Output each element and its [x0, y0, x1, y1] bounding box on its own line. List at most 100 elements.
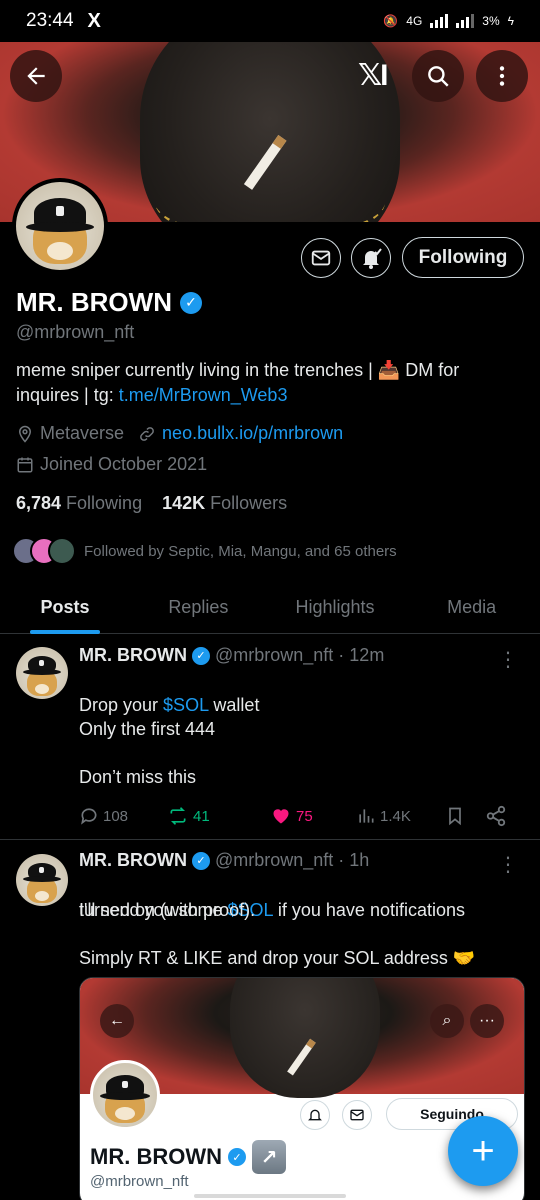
status-time: 23:44	[26, 10, 74, 31]
mute-icon: 🔕	[383, 14, 399, 28]
post-author-handle: @mrbrown_nft	[214, 850, 334, 870]
profile-meta-row: Metaverse neo.bullx.io/p/mrbrown	[16, 423, 343, 444]
charging-icon: ϟ	[507, 14, 514, 28]
post-actions: 108 41 75 1.4K	[79, 805, 519, 827]
bio-link[interactable]: t.me/MrBrown_Web3	[119, 385, 288, 405]
more-vertical-icon	[499, 66, 505, 86]
message-button[interactable]	[301, 238, 341, 278]
followers-count: 142K	[162, 493, 206, 513]
card-name: MR. BROWN	[90, 1144, 222, 1169]
following-label: Following	[66, 493, 143, 513]
bookmark-button[interactable]	[445, 805, 485, 827]
x-logo-icon: 𝕏I	[358, 59, 388, 92]
network-label: 4G	[406, 14, 423, 28]
notifications-button[interactable]	[351, 238, 391, 278]
cashtag-link[interactable]: $SOL	[163, 695, 208, 715]
post-text-line3: Simply RT & LIKE and drop your SOL addre…	[79, 948, 476, 968]
followers-label: Followers	[210, 493, 288, 513]
profile-stats: 6,784 Following 142K Followers	[16, 493, 287, 514]
x-app-icon: X	[87, 9, 101, 32]
post-header: MR. BROWN ✓ @mrbrown_nft · 1h	[79, 850, 369, 871]
post-item[interactable]: MR. BROWN ✓ @mrbrown_nft · 12m ⋮ Drop yo…	[0, 635, 540, 840]
bell-check-icon	[363, 248, 382, 269]
arrow-left-icon	[27, 67, 45, 85]
signal-icon-2	[456, 14, 475, 28]
card-handle: @mrbrown_nft	[90, 1173, 189, 1190]
post-author-handle: @mrbrown_nft	[214, 645, 334, 665]
repost-icon	[170, 807, 186, 825]
location-icon	[18, 425, 32, 443]
search-button[interactable]	[412, 50, 464, 102]
following-button[interactable]: Following	[402, 237, 524, 278]
heart-filled-icon	[273, 809, 289, 824]
home-indicator	[194, 1194, 346, 1198]
post-timestamp: · 12m	[338, 645, 385, 665]
followed-by-text: Followed by Septic, Mia, Mangu, and 65 o…	[84, 542, 397, 560]
reply-count: 108	[103, 807, 129, 825]
card-avatar	[90, 1060, 160, 1130]
profile-avatar[interactable]	[12, 178, 108, 274]
reply-button[interactable]: 108	[79, 806, 167, 826]
profile-bio: meme sniper currently living in the tren…	[16, 358, 516, 408]
tab-highlights[interactable]: Highlights	[267, 582, 404, 633]
tab-posts[interactable]: Posts	[0, 582, 130, 633]
link-icon	[140, 426, 154, 441]
follower-avatar	[48, 537, 76, 565]
post-avatar[interactable]	[16, 854, 68, 906]
banner-chain	[155, 162, 385, 222]
avatar-hat	[26, 198, 94, 232]
post-avatar[interactable]	[16, 647, 68, 699]
views-button[interactable]: 1.4K	[356, 806, 445, 826]
inbox-emoji-icon: 📥	[377, 360, 401, 380]
card-more-icon: ···	[470, 1004, 504, 1038]
repost-button[interactable]: 41	[167, 806, 270, 826]
battery-level: 3%	[482, 14, 500, 28]
followers-stat[interactable]: 142K Followers	[162, 493, 287, 514]
bio-text-1: meme sniper currently living in the tren…	[16, 360, 378, 380]
profile-joined: Joined October 2021	[40, 454, 208, 474]
verified-badge-icon: ✓	[227, 1148, 246, 1166]
compose-button[interactable]: +	[448, 1116, 518, 1186]
post-body: Only the first 444 Don’t miss this	[79, 719, 216, 787]
profile-location: Metaverse	[40, 423, 125, 443]
profile-name-row: MR. BROWN ✓	[16, 287, 202, 318]
like-count: 75	[296, 807, 313, 825]
post-author-name[interactable]: MR. BROWN	[79, 645, 187, 666]
status-bar: 23:44 X 🔕 4G 3% ϟ	[0, 0, 540, 42]
following-stat[interactable]: 6,784 Following	[16, 493, 142, 514]
card-search-icon: ⌕	[430, 1004, 464, 1038]
card-bell-icon	[300, 1100, 330, 1130]
post-timestamp: · 1h	[338, 850, 370, 870]
view-count: 1.4K	[380, 807, 411, 825]
profile-joined-row: Joined October 2021	[16, 454, 207, 475]
mail-icon	[311, 250, 331, 266]
card-mail-icon	[342, 1100, 372, 1130]
profile-tabs: Posts Replies Highlights Media	[0, 582, 540, 634]
status-indicators: 🔕 4G 3% ϟ	[383, 14, 514, 28]
post-text: Drop your	[79, 695, 164, 715]
profile-handle: @mrbrown_nft	[16, 322, 135, 342]
card-back-icon: ←	[100, 1004, 134, 1038]
verified-badge-icon: ✓	[179, 291, 202, 314]
verified-badge-icon: ✓	[191, 851, 210, 870]
up-right-arrow-icon: ↗	[251, 1140, 286, 1174]
post-author-name[interactable]: MR. BROWN	[79, 850, 187, 871]
verified-badge-icon: ✓	[191, 646, 210, 665]
followed-by-row[interactable]: Followed by Septic, Mia, Mangu, and 65 o…	[12, 537, 397, 565]
tab-media[interactable]: Media	[403, 582, 540, 633]
profile-name: MR. BROWN	[16, 287, 172, 317]
share-button[interactable]	[485, 805, 507, 827]
bookmark-icon	[449, 807, 461, 826]
post-text: wallet	[208, 695, 260, 715]
reply-icon	[81, 808, 97, 825]
post-header: MR. BROWN ✓ @mrbrown_nft · 12m	[79, 645, 384, 666]
calendar-icon	[17, 457, 33, 472]
share-icon	[486, 805, 506, 827]
profile-website[interactable]: neo.bullx.io/p/mrbrown	[162, 423, 343, 444]
back-button[interactable]	[10, 50, 62, 102]
views-icon	[359, 809, 374, 823]
like-button[interactable]: 75	[270, 806, 356, 826]
tab-replies[interactable]: Replies	[130, 582, 267, 633]
card-name-row: MR. BROWN ✓ ↗	[90, 1140, 286, 1174]
more-button[interactable]	[476, 50, 528, 102]
